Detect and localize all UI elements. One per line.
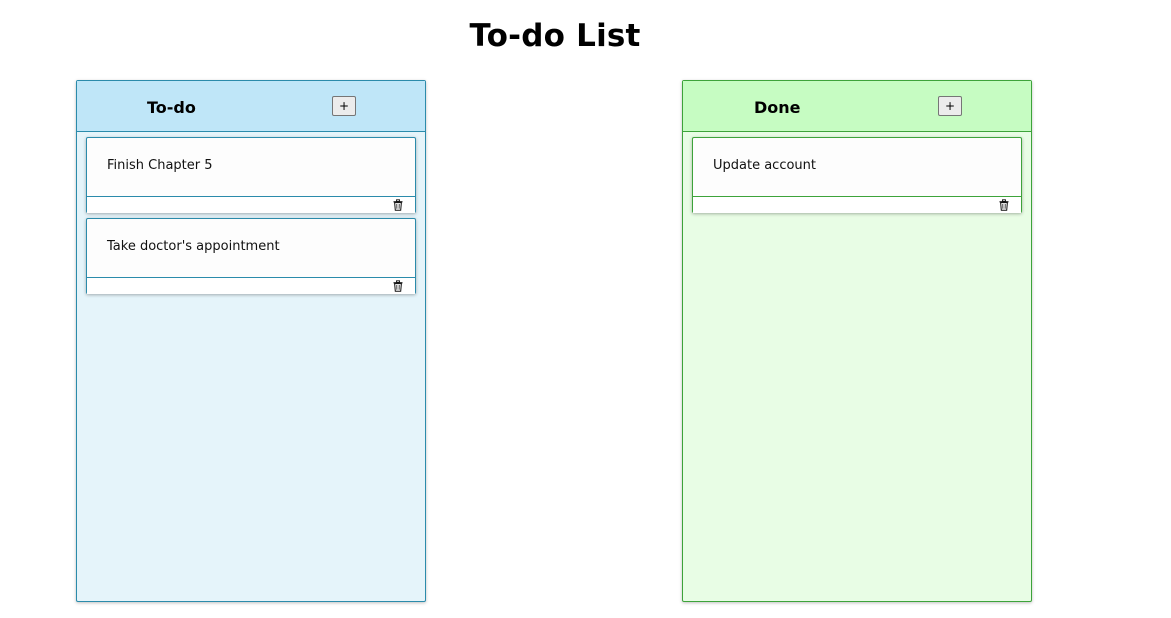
task-card-footer <box>87 196 415 213</box>
page-title: To-do List <box>469 18 641 54</box>
trash-icon <box>998 199 1010 211</box>
task-card-footer <box>693 196 1021 213</box>
task-card[interactable]: Update account <box>692 137 1022 213</box>
task-card-text: Update account <box>713 158 817 173</box>
delete-task-button[interactable] <box>392 199 404 211</box>
task-card-text: Take doctor's appointment <box>107 239 280 254</box>
task-card[interactable]: Take doctor's appointment <box>86 218 416 294</box>
card-list-todo: Finish Chapter 5 Take doctor's appointme… <box>77 132 425 294</box>
column-title-done: Done <box>754 98 801 117</box>
delete-task-button[interactable] <box>998 199 1010 211</box>
trash-icon <box>392 280 404 292</box>
task-card-text: Finish Chapter 5 <box>107 158 213 173</box>
task-card[interactable]: Finish Chapter 5 <box>86 137 416 213</box>
column-title-todo: To-do <box>147 98 196 117</box>
column-done: Done + Update account <box>682 80 1032 602</box>
task-card-footer <box>87 277 415 294</box>
add-card-button-done[interactable]: + <box>938 96 962 116</box>
column-todo: To-do + Finish Chapter 5 Take doctor's a… <box>76 80 426 602</box>
column-header-todo: To-do + <box>77 81 425 132</box>
add-card-button-todo[interactable]: + <box>332 96 356 116</box>
todo-board-page: To-do List To-do + Finish Chapter 5 Take… <box>0 0 1171 618</box>
column-header-done: Done + <box>683 81 1031 132</box>
trash-icon <box>392 199 404 211</box>
card-list-done: Update account <box>683 132 1031 213</box>
delete-task-button[interactable] <box>392 280 404 292</box>
